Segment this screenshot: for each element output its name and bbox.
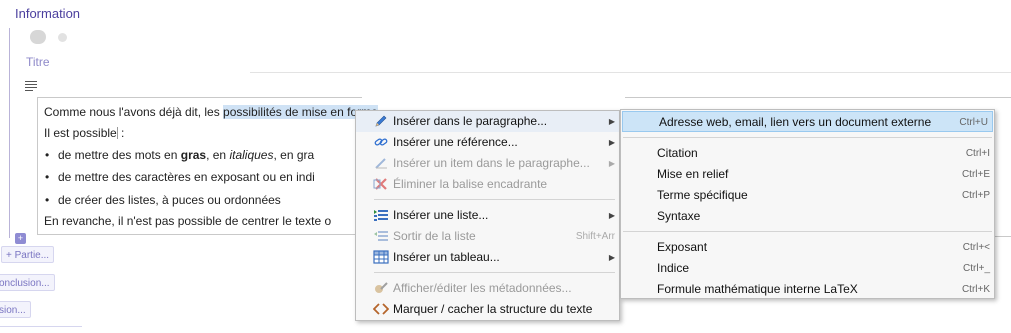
shortcut-label: Ctrl+I xyxy=(965,148,990,159)
submenu-arrow-icon: ▶ xyxy=(608,138,615,147)
menu-separator xyxy=(374,272,615,273)
code-icon xyxy=(372,302,390,316)
submenu-item-syntax[interactable]: Syntaxe xyxy=(621,206,994,227)
menu-item-insert-list[interactable]: Insérer une liste... ▶ xyxy=(356,205,619,226)
remove-tag-icon xyxy=(373,177,389,191)
context-menu[interactable]: Insérer dans le paragraphe... ▶ Insérer … xyxy=(355,110,620,321)
menu-item-toggle-structure[interactable]: Marquer / cacher la structure du texte xyxy=(356,299,619,320)
link-icon xyxy=(373,135,389,149)
menu-separator xyxy=(623,137,992,138)
titre-underline xyxy=(250,72,1011,73)
shortcut-label: Ctrl+< xyxy=(962,242,990,253)
submenu-item-emphasis[interactable]: Mise en relief Ctrl+E xyxy=(621,164,994,185)
shortcut-label: Ctrl+_ xyxy=(963,263,990,274)
menu-item-exit-list[interactable]: Sortir de la liste Shift+Arr xyxy=(356,226,619,247)
submenu-arrow-icon: ▶ xyxy=(608,253,615,262)
submenu-item-citation[interactable]: Citation Ctrl+I xyxy=(621,143,994,164)
add-section-button[interactable]: sion... xyxy=(0,301,31,318)
menu-item-insert-in-paragraph[interactable]: Insérer dans le paragraphe... ▶ xyxy=(356,111,619,132)
menu-separator xyxy=(374,199,615,200)
shortcut-label: Shift+Arr xyxy=(575,231,615,242)
shortcut-label: Ctrl+U xyxy=(959,117,988,128)
text-line[interactable]: En revanche, il n'est pas possible de ce… xyxy=(44,214,331,228)
list-item[interactable]: de créer des listes, à puces ou ordonnée… xyxy=(45,193,281,207)
shortcut-label: Ctrl+K xyxy=(961,284,990,295)
shortcut-label: Ctrl+P xyxy=(961,190,990,201)
divider xyxy=(0,326,82,327)
menu-item-insert-table[interactable]: Insérer un tableau... ▶ xyxy=(356,247,619,268)
submenu-item-latex-formula[interactable]: Formule mathématique interne LaTeX Ctrl+… xyxy=(621,279,994,300)
paragraph-editor[interactable]: Comme nous l'avons déjà dit, les possibi… xyxy=(37,97,378,235)
submenu-arrow-icon: ▶ xyxy=(608,211,615,220)
insert-in-paragraph-submenu[interactable]: Adresse web, email, lien vers un documen… xyxy=(620,109,995,299)
submenu-item-superscript[interactable]: Exposant Ctrl+< xyxy=(621,237,994,258)
outline-guide-line xyxy=(9,28,10,238)
submenu-item-external-link[interactable]: Adresse web, email, lien vers un documen… xyxy=(622,111,993,132)
add-conclusion-button[interactable]: onclusion... xyxy=(0,274,55,291)
menu-item-edit-metadata[interactable]: Afficher/éditer les métadonnées... xyxy=(356,278,619,299)
submenu-arrow-icon: ▶ xyxy=(608,117,615,126)
text-run[interactable]: : xyxy=(118,126,124,140)
menu-item-insert-item[interactable]: Insérer un item dans le paragraphe... ▶ xyxy=(356,153,619,174)
menu-item-remove-enclosing-tag[interactable]: Éliminer la balise encadrante xyxy=(356,174,619,195)
text-line: Comme nous l'avons déjà dit, les possibi… xyxy=(44,105,378,119)
text-run[interactable]: Comme nous l'avons déjà dit, les xyxy=(44,105,223,119)
textbox-border xyxy=(625,97,1011,98)
submenu-item-subscript[interactable]: Indice Ctrl+_ xyxy=(621,258,994,279)
add-block-button[interactable]: + xyxy=(15,233,26,244)
table-icon xyxy=(373,250,389,264)
list-item[interactable]: de mettre des caractères en exposant ou … xyxy=(45,170,315,184)
list-item[interactable]: de mettre des mots en gras, en italiques… xyxy=(45,148,314,162)
submenu-arrow-icon: ▶ xyxy=(608,159,615,168)
menu-separator xyxy=(623,231,992,232)
pencil-icon xyxy=(373,114,389,128)
paragraph-icon[interactable] xyxy=(25,81,37,93)
section-title: Information xyxy=(15,6,81,21)
text-run[interactable]: Il est possible xyxy=(44,126,117,140)
menu-item-insert-reference[interactable]: Insérer une référence... ▶ xyxy=(356,132,619,153)
metadata-icon xyxy=(373,281,389,295)
submenu-item-specific-term[interactable]: Terme spécifique Ctrl+P xyxy=(621,185,994,206)
image-placeholder-icon[interactable] xyxy=(30,30,46,44)
add-partie-button[interactable]: + Partie... xyxy=(1,246,55,263)
text-line: Il est possible : xyxy=(44,126,124,140)
item-icon xyxy=(373,156,389,170)
list-icon xyxy=(373,208,389,222)
dot-icon[interactable] xyxy=(58,33,67,42)
shortcut-label: Ctrl+E xyxy=(961,169,990,180)
outdent-icon xyxy=(373,229,389,243)
titre-field[interactable]: Titre xyxy=(26,55,50,69)
